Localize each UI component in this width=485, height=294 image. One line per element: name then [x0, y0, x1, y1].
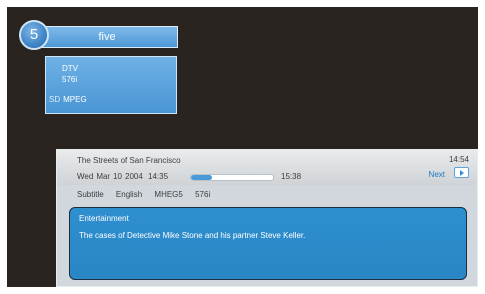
schedule-line: Wed Mar 10 2004 14:35: [77, 172, 171, 181]
programme-day: Wed: [77, 172, 94, 181]
programme-description-box: Entertainment The cases of Detective Mik…: [69, 207, 467, 280]
programme-date: 10: [113, 172, 122, 181]
channel-resolution: 576i: [62, 75, 78, 84]
signal-type: DTV: [62, 64, 78, 73]
codec-label: MPEG: [63, 95, 87, 104]
next-button[interactable]: [454, 167, 469, 178]
progress-fill: [191, 175, 212, 180]
programme-title: The Streets of San Francisco: [77, 156, 181, 165]
programme-month: Mar: [96, 172, 111, 181]
subtitle-label: Subtitle: [77, 190, 104, 199]
tv-screen: five 5 DTV 576i SD MPEG The Streets of Sa…: [7, 7, 478, 287]
current-time: 14:54: [448, 155, 469, 164]
programme-year: 2004: [125, 172, 143, 181]
next-label[interactable]: Next: [429, 170, 445, 179]
programme-genre: Entertainment: [79, 214, 129, 223]
programme-progress-bar: [190, 174, 274, 181]
end-time: 15:38: [281, 172, 302, 181]
start-time: 14:35: [148, 172, 169, 181]
channel-name: five: [98, 31, 116, 43]
sd-badge: SD: [49, 95, 61, 104]
play-arrow-icon: [460, 170, 464, 176]
channel-name-bar: five: [36, 26, 178, 48]
language-label: English: [115, 190, 143, 199]
channel-info-box: DTV 576i SD MPEG: [45, 56, 177, 114]
mheg-label: MHEG5: [154, 190, 183, 199]
channel-number-badge: 5: [19, 20, 49, 50]
programme-meta: Subtitle English MHEG5 576i: [77, 190, 220, 199]
programme-header: The Streets of San Francisco 14:54 Wed Ma…: [57, 150, 477, 185]
programme-synopsis: The cases of Detective Mike Stone and hi…: [79, 231, 306, 240]
channel-number: 5: [29, 26, 39, 43]
resolution-label: 576i: [195, 190, 211, 199]
programme-info-panel: The Streets of San Francisco 14:54 Wed Ma…: [56, 149, 478, 287]
codec-line: SD MPEG: [49, 95, 87, 104]
